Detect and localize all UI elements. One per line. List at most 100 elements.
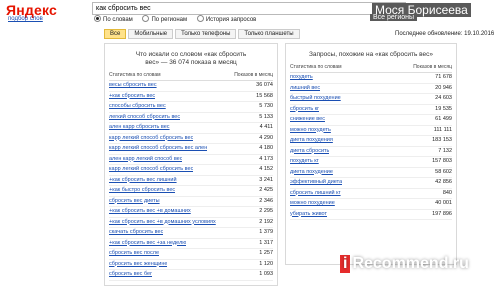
header: Яндекс подбор слов как сбросить вес По с… [0, 0, 500, 26]
impression-count: 1 317 [259, 239, 273, 246]
impression-count: 19 535 [435, 105, 452, 112]
impression-count: 1 120 [259, 260, 273, 267]
phrase-link[interactable]: ален карр легкий способ вес [109, 155, 182, 165]
tab-all[interactable]: Все [104, 29, 127, 39]
left-rows: весы сбросить вес 36 074 +как сбросить вес… [105, 81, 277, 281]
phrase-link[interactable]: быстрый похудение [290, 94, 341, 104]
impression-count: 197 896 [432, 210, 452, 217]
search-input[interactable]: как сбросить вес [92, 2, 406, 15]
table-row: карр легкий способ сбросить вес ален 4 18… [109, 144, 273, 155]
phrase-link[interactable]: весы сбросить вес [109, 81, 157, 91]
table-header: Статистика по словам Показов в месяц [109, 72, 273, 81]
phrase-link[interactable]: сбросить вес диеты [109, 197, 160, 207]
table-row: сбросить кг 19 535 [290, 105, 452, 115]
right-panel-title: Запросы, похожие на «как сбросить вес» [309, 51, 433, 58]
radio-dot-icon [94, 15, 101, 22]
table-header: Статистика по словам Показов в месяц [290, 64, 452, 73]
table-row: похудеть кг 157 803 [290, 157, 452, 168]
impression-count: 40 001 [435, 200, 452, 206]
impression-count: 183 153 [432, 137, 452, 143]
device-tabs: Все Мобильные Только телефоны Только планше… [104, 29, 302, 39]
phrase-link[interactable]: +как быстро сбросить вес [109, 186, 175, 196]
table-row: можно похудение 40 001 [290, 199, 452, 210]
phrase-link[interactable]: снижение вес [290, 115, 325, 125]
table-row: сбросить вес диеты 2 346 [109, 197, 273, 207]
impression-count: 58 602 [435, 168, 452, 175]
wordstat-link[interactable]: подбор слов [8, 16, 43, 22]
table-row: сбросить лишний кг 840 [290, 189, 452, 199]
phrase-link[interactable]: сбросить вес женщине [109, 260, 167, 270]
phrase-link[interactable]: эффективный диета [290, 178, 342, 188]
phrase-link[interactable]: можно похудеть [290, 126, 331, 136]
left-panel-title: Что искали со словом «как сбросить вес» … [135, 51, 247, 66]
table-row: можно похудеть 111 111 [290, 126, 452, 136]
impression-count: 71 678 [435, 74, 452, 80]
impression-count: 840 [442, 189, 452, 196]
impression-count: 20 946 [435, 84, 452, 91]
table-row: диета сбросить 7 132 [290, 147, 452, 157]
impression-count: 42 856 [435, 179, 452, 185]
phrase-link[interactable]: диета похудение [290, 168, 333, 178]
table-row: снижение вес 61 499 [290, 115, 452, 126]
table-row: эффективный диета 42 856 [290, 178, 452, 189]
phrase-link[interactable]: карр легкий способ сбросить вес ален [109, 144, 207, 154]
impression-count: 111 111 [433, 126, 452, 133]
radio-by-words[interactable]: По словам [94, 15, 133, 23]
table-row: карр легкий способ сбросить вес 4 152 [109, 165, 273, 176]
impression-count: 2 346 [259, 197, 273, 204]
table-row: карр легкий способ сбросить вес 4 290 [109, 134, 273, 144]
impression-count: 2 192 [259, 218, 273, 225]
impression-count: 7 132 [438, 147, 452, 154]
phrase-link[interactable]: +как сбросить вес лишний [109, 176, 177, 186]
radio-dot-icon [196, 15, 204, 22]
phrase-link[interactable]: убирать живот [290, 210, 327, 220]
radio-query-history[interactable]: История запросов [196, 15, 256, 23]
phrase-link[interactable]: +как сбросить вес +за неделю [109, 239, 186, 249]
phrase-link[interactable]: легкий способ сбросить вес [109, 113, 180, 123]
phrase-link[interactable]: сбросить вес после [109, 249, 159, 259]
phrase-link[interactable]: лишний вес [290, 84, 320, 94]
impression-count: 24 603 [435, 95, 452, 101]
phrase-link[interactable]: +как сбросить вес +в домашних условиях [109, 218, 216, 228]
phrase-link[interactable]: похудеть [290, 73, 313, 83]
phrase-link[interactable]: похудеть кг [290, 157, 319, 167]
table-row: ален карр сбросить вес 4 411 [109, 123, 273, 134]
left-panel: Что искали со словом «как сбросить вес» … [104, 43, 278, 286]
tab-mobile[interactable]: Мобильные [128, 29, 174, 39]
last-updated: Последнее обновление: 19.10.2016 [395, 31, 495, 37]
phrase-link[interactable]: +как сбросить вес +в домашних [109, 207, 191, 217]
table-row: скачать сбросить вес 1 379 [109, 228, 273, 239]
table-row: ален карр легкий способ вес 4 173 [109, 155, 273, 165]
phrase-link[interactable]: способы сбросить вес [109, 102, 166, 112]
table-row: +как сбросить вес 15 568 [109, 92, 273, 102]
phrase-link[interactable]: карр легкий способ сбросить вес [109, 165, 193, 175]
phrase-link[interactable]: диета сбросить [290, 147, 329, 157]
phrase-link[interactable]: скачать сбросить вес [109, 228, 163, 238]
phrase-link[interactable]: сбросить кг [290, 105, 319, 115]
table-row: весы сбросить вес 36 074 [109, 81, 273, 92]
tab-phones-only[interactable]: Только телефоны [175, 29, 237, 39]
table-row: диета похудение 58 602 [290, 168, 452, 178]
table-row: способы сбросить вес 5 730 [109, 102, 273, 113]
table-row: сбросить вес бег 1 093 [109, 270, 273, 281]
phrase-link[interactable]: ален карр сбросить вес [109, 123, 170, 133]
impression-count: 36 074 [256, 82, 273, 88]
right-panel: Запросы, похожие на «как сбросить вес» С… [285, 43, 457, 265]
tab-tablets-only[interactable]: Только планшеты [238, 29, 300, 39]
impression-count: 1 257 [259, 250, 273, 256]
table-row: легкий способ сбросить вес 5 133 [109, 113, 273, 123]
phrase-link[interactable]: диета похудения [290, 136, 333, 146]
phrase-link[interactable]: сбросить вес бег [109, 270, 152, 280]
phrase-link[interactable]: карр легкий способ сбросить вес [109, 134, 193, 144]
impression-count: 3 241 [259, 176, 273, 183]
phrase-link[interactable]: сбросить лишний кг [290, 189, 341, 199]
radio-by-regions[interactable]: По регионам [142, 15, 187, 23]
impression-count: 157 803 [432, 158, 452, 164]
impression-count: 4 152 [259, 166, 273, 172]
region-selector[interactable]: Все регионы [370, 14, 418, 21]
phrase-link[interactable]: +как сбросить вес [109, 92, 155, 102]
recommend-logo-icon: i [340, 255, 351, 273]
phrase-link[interactable]: можно похудение [290, 199, 335, 209]
table-row: диета похудения 183 153 [290, 136, 452, 147]
impression-count: 61 499 [435, 116, 452, 122]
